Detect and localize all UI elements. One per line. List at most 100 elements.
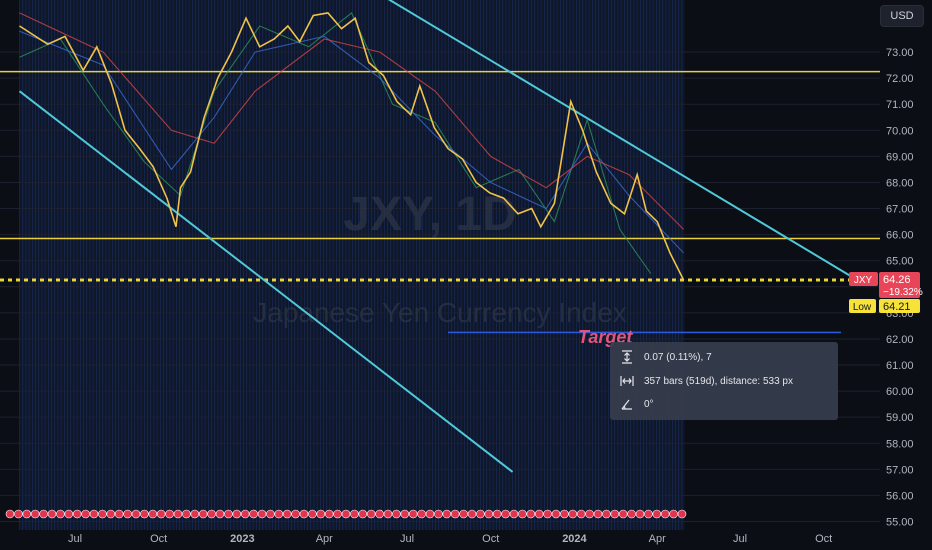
- event-marker: [568, 509, 578, 519]
- event-marker: [291, 509, 300, 519]
- event-marker: [593, 509, 603, 519]
- x-tick-label: Oct: [150, 533, 167, 545]
- y-tick-label: 62.00: [886, 334, 914, 346]
- x-tick-label: Apr: [316, 533, 333, 545]
- y-tick-label: 61.00: [886, 360, 914, 372]
- measure-price-text: 0.07 (0.11%), 7: [644, 351, 712, 363]
- y-tick-label: 69.00: [886, 151, 914, 163]
- event-marker: [249, 509, 258, 519]
- event-marker: [644, 509, 653, 519]
- event-marker: [39, 509, 48, 519]
- event-marker: [459, 509, 468, 519]
- currency-selector-button[interactable]: USD: [880, 5, 924, 27]
- event-marker: [602, 509, 611, 519]
- event-marker: [148, 509, 158, 519]
- low-tag-label: Low: [853, 302, 872, 313]
- event-marker: [677, 509, 687, 519]
- event-marker: [299, 509, 309, 519]
- event-marker: [501, 509, 510, 519]
- event-marker: [610, 509, 620, 519]
- event-marker: [232, 509, 242, 519]
- measure-price-row: 0.07 (0.11%), 7: [620, 349, 712, 365]
- event-marker: [224, 509, 233, 519]
- measure-angle-row: 0°: [620, 396, 654, 412]
- y-tick-label: 66.00: [886, 230, 914, 242]
- event-marker: [560, 509, 569, 519]
- event-marker: [434, 509, 443, 519]
- event-marker: [114, 509, 124, 519]
- event-marker: [383, 509, 393, 519]
- event-marker: [47, 509, 57, 519]
- event-marker: [198, 509, 208, 519]
- event-marker: [22, 509, 32, 519]
- event-marker: [266, 509, 275, 519]
- event-marker: [492, 509, 502, 519]
- event-marker: [635, 509, 645, 519]
- measure-bars-text: 357 bars (519d), distance: 533 px: [644, 375, 793, 387]
- event-marker: [576, 509, 586, 519]
- event-marker: [190, 509, 200, 519]
- angle-icon: [621, 399, 632, 410]
- event-marker: [81, 509, 90, 519]
- x-tick-label: Jul: [400, 533, 414, 545]
- event-marker: [442, 509, 452, 519]
- event-marker: [156, 509, 166, 519]
- event-marker: [257, 509, 267, 519]
- event-marker: [333, 509, 342, 519]
- x-tick-label: Jul: [733, 533, 747, 545]
- event-marker: [98, 509, 107, 519]
- watermark-title: JXY, 1D: [343, 188, 516, 241]
- event-marker: [240, 509, 250, 519]
- event-marker: [476, 509, 485, 519]
- date-range-icon: [620, 376, 634, 386]
- event-marker: [484, 509, 494, 519]
- measure-angle-text: 0°: [644, 398, 654, 410]
- event-marker: [509, 509, 519, 519]
- event-marker: [366, 509, 376, 519]
- y-tick-label: 72.00: [886, 73, 914, 85]
- event-marker: [534, 509, 544, 519]
- y-tick-label: 58.00: [886, 438, 914, 450]
- event-marker: [131, 509, 141, 519]
- y-tick-label: 56.00: [886, 490, 914, 502]
- event-marker: [358, 509, 368, 519]
- event-marker: [467, 509, 477, 519]
- event-marker: [551, 509, 561, 519]
- price-range-icon: [622, 350, 632, 364]
- event-marker: [627, 509, 636, 519]
- measure-tooltip: 0.07 (0.11%), 7 357 bars (519d), distanc…: [610, 342, 838, 420]
- event-marker: [375, 509, 384, 519]
- x-tick-label: Jul: [68, 533, 82, 545]
- event-marker: [316, 509, 326, 519]
- y-tick-label: 57.00: [886, 464, 914, 476]
- event-marker: [56, 509, 65, 519]
- x-tick-label: 2023: [230, 533, 254, 545]
- y-tick-label: 68.00: [886, 177, 914, 189]
- ticker-tag-label: JXY: [854, 275, 873, 286]
- y-tick-label: 70.00: [886, 125, 914, 137]
- y-tick-label: 59.00: [886, 412, 914, 424]
- event-marker: [274, 509, 284, 519]
- x-tick-label: Apr: [649, 533, 666, 545]
- x-tick-label: 2024: [562, 533, 587, 545]
- event-marker: [518, 509, 527, 519]
- event-marker: [417, 509, 426, 519]
- event-marker: [660, 509, 670, 519]
- event-marker: [5, 509, 15, 519]
- event-marker: [585, 509, 594, 519]
- event-marker: [652, 509, 662, 519]
- event-marker: [215, 509, 225, 519]
- event-marker: [350, 509, 359, 519]
- y-tick-label: 67.00: [886, 204, 914, 216]
- low-value: 64.21: [883, 301, 911, 313]
- event-marker: [123, 509, 132, 519]
- event-marker: [106, 509, 116, 519]
- measure-bars-row: 357 bars (519d), distance: 533 px: [620, 373, 793, 389]
- y-tick-label: 71.00: [886, 99, 914, 111]
- event-marker: [72, 509, 82, 519]
- event-marker: [14, 509, 23, 519]
- chart-canvas[interactable]: JXY, 1DJapanese Yen Currency IndexTarget…: [0, 0, 932, 550]
- event-marker: [173, 509, 183, 519]
- y-tick-label: 65.00: [886, 256, 914, 268]
- event-marker: [282, 509, 292, 519]
